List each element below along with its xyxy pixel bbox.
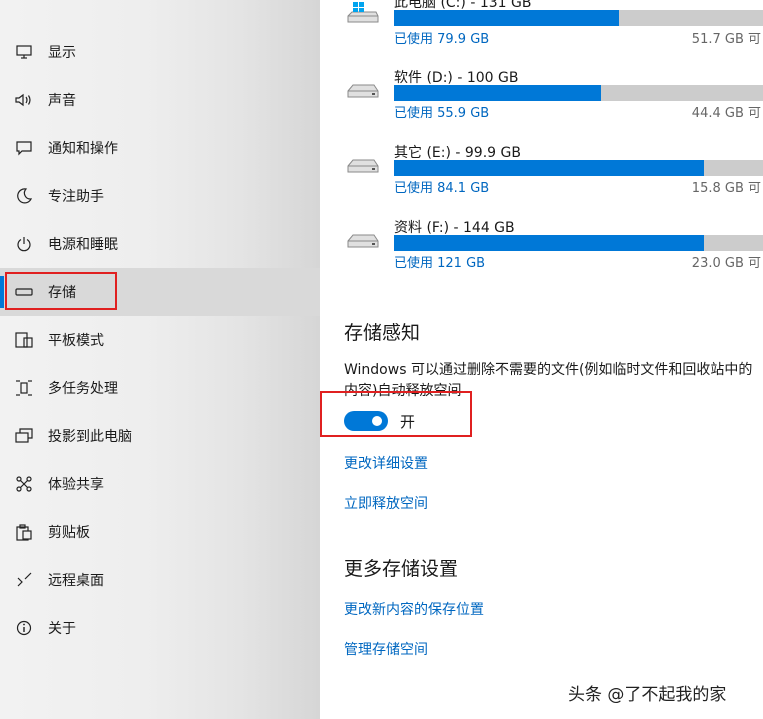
used-space: 已使用 84.1 GB [394, 181, 490, 196]
storage-highlight-box [5, 272, 117, 310]
usage-bar [394, 10, 763, 26]
drive-f[interactable]: 资料 (F:) - 144 GB 已使用 121 GB 23.0 GB 可 [344, 217, 763, 287]
speaker-icon [14, 90, 34, 110]
usage-bar-fill [394, 10, 620, 26]
toggle-highlight-box [320, 391, 472, 437]
sidebar-item-clipboard[interactable]: 剪贴板 [0, 508, 320, 556]
notification-icon [14, 138, 34, 158]
info-icon [14, 618, 34, 638]
drive-icon [346, 229, 380, 251]
sidebar-item-label: 投影到此电脑 [48, 429, 132, 445]
sidebar-item-about[interactable]: 关于 [0, 604, 320, 652]
used-space: 已使用 79.9 GB [394, 32, 490, 47]
drive-d[interactable]: 软件 (D:) - 100 GB 已使用 55.9 GB 44.4 GB 可 [344, 67, 763, 137]
storage-sense-title: 存储感知 [344, 322, 421, 344]
used-space: 已使用 55.9 GB [394, 106, 490, 121]
sidebar-item-project-to-pc[interactable]: 投影到此电脑 [0, 412, 320, 460]
sidebar-item-label: 多任务处理 [48, 381, 118, 397]
used-space: 已使用 121 GB [394, 256, 486, 271]
monitor-icon [14, 42, 34, 62]
watermark: 头条 @了不起我的家 [568, 685, 727, 705]
free-space-now-link[interactable]: 立即释放空间 [344, 493, 428, 513]
project-icon [14, 426, 34, 446]
sidebar-item-label: 远程桌面 [48, 573, 104, 589]
change-details-link[interactable]: 更改详细设置 [344, 453, 428, 473]
free-space: 51.7 GB 可 [691, 32, 761, 47]
sidebar-item-label: 声音 [48, 93, 76, 109]
sidebar-item-remote-desktop[interactable]: 远程桌面 [0, 556, 320, 604]
power-icon [14, 234, 34, 254]
sidebar-item-label: 显示 [48, 45, 76, 61]
drive-title: 资料 (F:) - 144 GB [394, 220, 515, 236]
moon-icon [14, 186, 34, 206]
drive-title: 其它 (E:) - 99.9 GB [394, 145, 521, 161]
sidebar-item-label: 电源和睡眠 [48, 237, 118, 253]
drive-c[interactable]: 此电脑 (C:) - 131 GB 已使用 79.9 GB 51.7 GB 可 [344, 0, 763, 62]
change-save-location-link[interactable]: 更改新内容的保存位置 [344, 599, 484, 619]
sidebar-item-power-sleep[interactable]: 电源和睡眠 [0, 220, 320, 268]
sidebar-item-tablet-mode[interactable]: 平板模式 [0, 316, 320, 364]
selected-indicator [0, 276, 4, 308]
sidebar-item-multitasking[interactable]: 多任务处理 [0, 364, 320, 412]
sidebar-item-shared-experiences[interactable]: 体验共享 [0, 460, 320, 508]
sidebar-item-notifications[interactable]: 通知和操作 [0, 124, 320, 172]
more-settings-title: 更多存储设置 [344, 558, 459, 580]
usage-bar [394, 235, 763, 251]
drive-title: 软件 (D:) - 100 GB [394, 70, 519, 86]
share-icon [14, 474, 34, 494]
drive-icon [346, 79, 380, 101]
usage-bar [394, 160, 763, 176]
sidebar-item-label: 体验共享 [48, 477, 104, 493]
usage-bar-fill [394, 85, 601, 101]
sidebar-item-label: 关于 [48, 621, 76, 637]
windows-drive-icon [346, 2, 380, 24]
sidebar-item-label: 通知和操作 [48, 141, 118, 157]
drive-e[interactable]: 其它 (E:) - 99.9 GB 已使用 84.1 GB 15.8 GB 可 [344, 142, 763, 212]
tablet-icon [14, 330, 34, 350]
sidebar-item-focus-assist[interactable]: 专注助手 [0, 172, 320, 220]
sidebar-item-label: 专注助手 [48, 189, 104, 205]
free-space: 23.0 GB 可 [691, 256, 761, 271]
drive-icon [346, 154, 380, 176]
usage-bar [394, 85, 763, 101]
usage-bar-fill [394, 160, 704, 176]
sidebar-item-label: 平板模式 [48, 333, 104, 349]
free-space: 44.4 GB 可 [691, 106, 761, 121]
sidebar-item-display[interactable]: 显示 [0, 28, 320, 76]
clipboard-icon [14, 522, 34, 542]
description-line: Windows 可以通过删除不需要的文件(例如临时文件和回收站中的 [344, 362, 753, 378]
multitask-icon [14, 378, 34, 398]
remote-desktop-icon [14, 570, 34, 590]
settings-sidebar: 显示 声音 通知和操作 专注助手 电源和睡眠 存储 平板模式 多任务处理 投影到… [0, 0, 320, 719]
sidebar-item-sound[interactable]: 声音 [0, 76, 320, 124]
sidebar-item-label: 剪贴板 [48, 525, 90, 541]
usage-bar-fill [394, 235, 704, 251]
manage-storage-spaces-link[interactable]: 管理存储空间 [344, 639, 428, 659]
free-space: 15.8 GB 可 [691, 181, 761, 196]
